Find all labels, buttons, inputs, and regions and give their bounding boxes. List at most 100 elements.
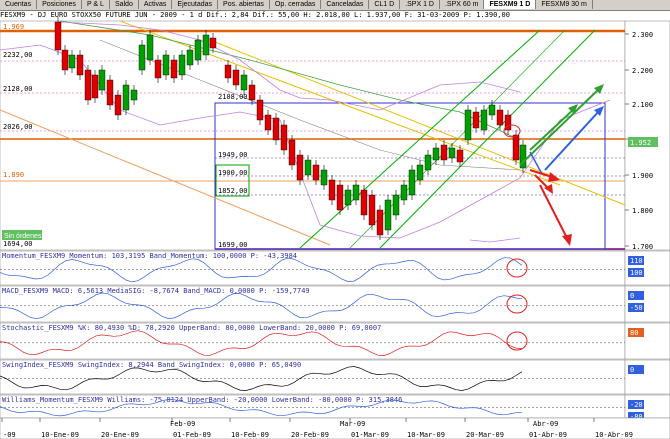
candle-27: [272, 117, 280, 141]
candle-4: [84, 69, 92, 101]
candle-33: [320, 169, 328, 186]
last-price: 1.952: [630, 139, 651, 147]
date-label-0: -09: [3, 431, 16, 439]
date-label-10: 10-Abr-09: [595, 431, 633, 439]
date-label-1: 10-Ene-09: [41, 431, 79, 439]
candle-46: [424, 154, 432, 171]
candle-39: [368, 194, 376, 226]
indicator-label-0: Momentum_FESXM9 Momentum: 103,3195 Band_…: [2, 252, 297, 260]
period-label-2: Abr-09: [533, 420, 558, 428]
axis-tick-6: 1.700: [632, 243, 653, 251]
candle-23: [240, 74, 248, 91]
candle-20: [209, 37, 217, 49]
candle-22: [232, 69, 240, 86]
period-label-0: Feb-09: [170, 420, 195, 428]
left-label-0: 1.969: [3, 23, 24, 31]
axis-tick-2: 2.100: [632, 101, 653, 109]
candle-8: [114, 94, 122, 116]
indicator-axis-1-0: 0: [630, 292, 634, 300]
candle-3: [76, 54, 84, 76]
indicator-axis-0-0: 110: [630, 257, 643, 265]
candle-49: [448, 147, 456, 159]
candle-48: [440, 144, 448, 161]
candle-2: [68, 54, 76, 69]
candle-38: [360, 189, 368, 216]
candle-29: [288, 139, 296, 166]
candle-36: [344, 189, 352, 206]
indicator-axis-4-0: -20: [630, 401, 643, 409]
date-label-9: 01-Abr-09: [529, 431, 567, 439]
axis-tick-4: 1.900: [632, 172, 653, 180]
candle-54: [488, 104, 496, 116]
candle-6: [98, 69, 106, 91]
candle-15: [170, 59, 178, 79]
date-label-3: 01-Feb-09: [173, 431, 211, 439]
period-label-1: Mar-09: [340, 420, 365, 428]
candle-52: [472, 111, 480, 129]
candle-35: [336, 184, 344, 211]
candle-45: [416, 164, 424, 181]
candle-18: [194, 39, 202, 61]
candle-55: [496, 109, 504, 126]
date-label-7: 10-Mar-09: [407, 431, 445, 439]
candle-32: [312, 164, 320, 181]
indicator-axis-1-1: -50: [630, 304, 643, 312]
left-label-6: 1694,00: [3, 240, 33, 248]
date-label-2: 20-Ene-09: [101, 431, 139, 439]
candle-17: [186, 49, 194, 66]
candle-14: [162, 54, 170, 76]
axis-tick-1: 2.200: [632, 67, 653, 75]
date-label-6: 01-Mar-09: [351, 431, 389, 439]
candle-53: [480, 109, 488, 131]
candle-11: [138, 44, 146, 71]
level-label-4: 1699,00: [218, 241, 248, 249]
candle-50: [456, 149, 464, 163]
indicator-label-2: Stochastic_FESXM9 %K: 80,4930 %D: 78,292…: [2, 324, 381, 332]
candle-26: [264, 114, 272, 131]
candle-0: [54, 21, 62, 51]
candle-16: [178, 54, 186, 76]
level-label-2: 1900,00: [218, 169, 248, 177]
candle-43: [400, 184, 408, 201]
candle-57: [512, 134, 520, 161]
orders-note: Sin órdenes: [4, 233, 42, 240]
candle-34: [328, 179, 336, 201]
indicator-axis-2-0: 80: [630, 329, 638, 337]
candle-10: [130, 89, 138, 101]
level-label-3: 1852,00: [218, 187, 248, 195]
candle-51: [464, 109, 472, 141]
date-label-5: 20-Feb-09: [291, 431, 329, 439]
candle-40: [376, 209, 384, 236]
axis-tick-0: 2.300: [632, 31, 653, 39]
candle-41: [384, 199, 392, 231]
candle-30: [296, 154, 304, 181]
date-label-4: 10-Feb-09: [231, 431, 269, 439]
indicator-axis-3-0: 0: [630, 366, 634, 374]
candle-7: [106, 79, 114, 106]
candle-25: [256, 99, 264, 121]
candle-9: [122, 84, 130, 111]
left-label-3: 2026,00: [3, 123, 33, 131]
candle-13: [154, 59, 162, 79]
candle-19: [202, 34, 210, 56]
candle-44: [408, 169, 416, 196]
candle-31: [304, 159, 312, 176]
indicator-label-1: MACD_FESXM9 MACD: 6,5613 MediaSIG: -8,76…: [2, 287, 310, 295]
candle-47: [432, 147, 440, 161]
level-label-1: 1949,00: [218, 151, 248, 159]
indicator-axis-0-1: 100: [630, 269, 643, 277]
candle-24: [248, 84, 256, 101]
left-label-4: 1.890: [3, 171, 24, 179]
left-label-1: 2232,00: [3, 51, 33, 59]
chart-area[interactable]: 1.969 2232,00 2128,00 2026,00 1.890 1694,00 21…: [0, 0, 670, 439]
level-label-0: 2108,00: [218, 93, 248, 101]
candle-1: [61, 49, 69, 71]
candle-12: [146, 34, 154, 61]
candle-28: [280, 124, 288, 151]
left-label-2: 2128,00: [3, 85, 33, 93]
indicator-panels: Momentum_FESXM9 Momentum: 103,3195 Band_…: [0, 250, 670, 421]
axis-tick-5: 1.800: [632, 207, 653, 215]
candle-5: [91, 74, 99, 99]
indicator-label-3: SwingIndex_FESXM9 SwingIndex: 8,2944 Ban…: [2, 361, 301, 369]
candle-42: [392, 194, 400, 216]
